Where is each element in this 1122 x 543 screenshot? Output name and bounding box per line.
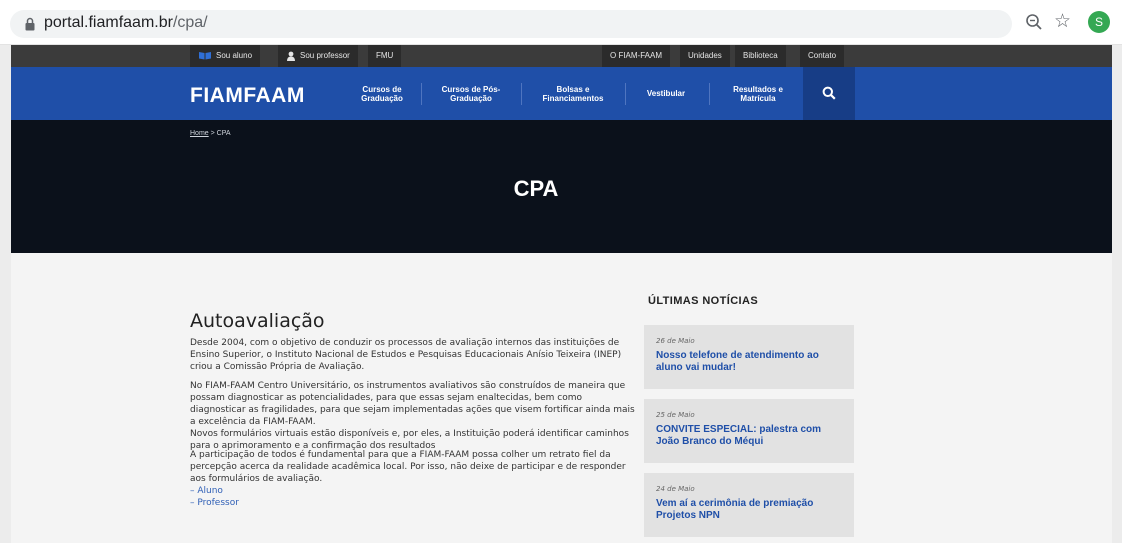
address-bar[interactable]: portal.fiamfaam.br/cpa/ bbox=[10, 10, 1012, 38]
news-title[interactable]: Nosso telefone de atendimento ao aluno v… bbox=[656, 350, 846, 374]
url-host: portal.fiamfaam.br bbox=[44, 14, 173, 31]
util-link-sou-aluno[interactable]: Sou aluno bbox=[190, 45, 261, 67]
news-date: 25 de Maio bbox=[656, 411, 695, 419]
person-icon bbox=[287, 51, 295, 61]
breadcrumb-home-link[interactable]: Home bbox=[190, 130, 209, 137]
url-text[interactable]: portal.fiamfaam.br/cpa/ bbox=[44, 14, 208, 32]
profile-avatar[interactable]: S bbox=[1088, 11, 1110, 33]
util-link-unidades[interactable]: Unidades bbox=[680, 45, 730, 67]
nav-divider bbox=[709, 83, 710, 105]
web-page: Sou aluno Sou professor FMU O FIAM-FAAM … bbox=[0, 45, 1122, 543]
book-icon bbox=[199, 52, 211, 60]
nav-label-line1: Cursos de bbox=[362, 84, 402, 94]
nav-vestibular[interactable]: Vestibular bbox=[631, 67, 701, 120]
nav-label-line2: Financiamentos bbox=[542, 93, 604, 103]
left-gutter bbox=[0, 45, 11, 543]
nav-label-line1: Cursos de Pós- bbox=[441, 84, 501, 94]
lock-icon bbox=[25, 17, 35, 31]
nav-divider bbox=[521, 83, 522, 105]
util-link-fmu[interactable]: FMU bbox=[368, 45, 402, 67]
search-button[interactable] bbox=[803, 67, 855, 120]
nav-bolsas-financiamentos[interactable]: Bolsas e Financiamentos bbox=[527, 67, 619, 120]
nav-divider bbox=[421, 83, 422, 105]
news-card[interactable]: 26 de Maio Nosso telefone de atendimento… bbox=[644, 325, 854, 389]
util-label-sou-professor: Sou professor bbox=[300, 51, 350, 60]
nav-cursos-graduacao[interactable]: Cursos de Graduação bbox=[349, 67, 415, 120]
news-heading: ÚLTIMAS NOTÍCIAS bbox=[648, 295, 759, 307]
site-container: Sou aluno Sou professor FMU O FIAM-FAAM … bbox=[11, 45, 1112, 543]
news-title[interactable]: CONVITE ESPECIAL: palestra com João Bran… bbox=[656, 424, 846, 448]
nav-divider bbox=[625, 83, 626, 105]
url-path: /cpa/ bbox=[172, 14, 208, 31]
paragraph-instruments-text: No FIAM-FAAM Centro Universitário, os in… bbox=[190, 381, 635, 427]
main-navigation: FIAMFAAM Cursos de Graduação Cursos de Pó… bbox=[11, 67, 1112, 120]
nav-label-line1: Vestibular bbox=[646, 89, 686, 98]
utility-bar: Sou aluno Sou professor FMU O FIAM-FAAM … bbox=[11, 45, 1112, 67]
util-link-sou-professor[interactable]: Sou professor bbox=[278, 45, 358, 67]
hero-banner: Home > CPA CPA bbox=[11, 120, 1112, 253]
browser-toolbar: portal.fiamfaam.br/cpa/ ☆ S bbox=[0, 0, 1122, 45]
link-professor[interactable]: – Professor bbox=[190, 497, 640, 509]
paragraph-participation: A participação de todos é fundamental pa… bbox=[190, 449, 640, 509]
nav-label-line1: Resultados e bbox=[733, 84, 783, 94]
nav-label-line2: Matrícula bbox=[740, 93, 776, 103]
nav-label-line1: Bolsas e bbox=[556, 84, 590, 94]
main-content: Autoavaliação Desde 2004, com o objetivo… bbox=[11, 253, 1112, 543]
right-gutter bbox=[1112, 45, 1122, 543]
search-icon bbox=[822, 86, 836, 100]
util-link-o-fiam-faam[interactable]: O FIAM-FAAM bbox=[602, 45, 670, 67]
util-label-sou-aluno: Sou aluno bbox=[216, 51, 253, 60]
page-title: CPA bbox=[513, 176, 559, 201]
site-logo[interactable]: FIAMFAAM bbox=[190, 84, 305, 108]
news-card[interactable]: 24 de Maio Vem aí a cerimônia de premiaç… bbox=[644, 473, 854, 537]
util-link-contato[interactable]: Contato bbox=[800, 45, 845, 67]
link-aluno[interactable]: – Aluno bbox=[190, 485, 640, 497]
util-link-biblioteca[interactable]: Biblioteca bbox=[735, 45, 786, 67]
breadcrumb-separator: > bbox=[208, 130, 217, 137]
breadcrumb: Home > CPA bbox=[190, 130, 231, 137]
nav-label-line2: Graduação bbox=[450, 93, 492, 103]
paragraph-intro: Desde 2004, com o objetivo de conduzir o… bbox=[190, 338, 622, 372]
nav-cursos-pos-graduacao[interactable]: Cursos de Pós- Graduação bbox=[429, 67, 513, 120]
news-title[interactable]: Vem aí a cerimônia de premiação Projetos… bbox=[656, 498, 846, 522]
bookmark-star-icon[interactable]: ☆ bbox=[1054, 11, 1071, 31]
zoom-out-icon[interactable] bbox=[1025, 13, 1043, 31]
nav-resultados-matricula[interactable]: Resultados e Matrícula bbox=[717, 67, 799, 120]
paragraph-participation-text: A participação de todos é fundamental pa… bbox=[190, 450, 626, 484]
breadcrumb-current: CPA bbox=[216, 130, 231, 137]
nav-label-line2: Graduação bbox=[361, 93, 403, 103]
paragraph-forms-text: Novos formulários virtuais estão disponí… bbox=[190, 429, 629, 451]
news-date: 24 de Maio bbox=[656, 485, 695, 493]
section-title: Autoavaliação bbox=[190, 310, 325, 332]
news-date: 26 de Maio bbox=[656, 337, 695, 345]
news-card[interactable]: 25 de Maio CONVITE ESPECIAL: palestra co… bbox=[644, 399, 854, 463]
paragraph-instruments: No FIAM-FAAM Centro Universitário, os in… bbox=[190, 380, 640, 452]
